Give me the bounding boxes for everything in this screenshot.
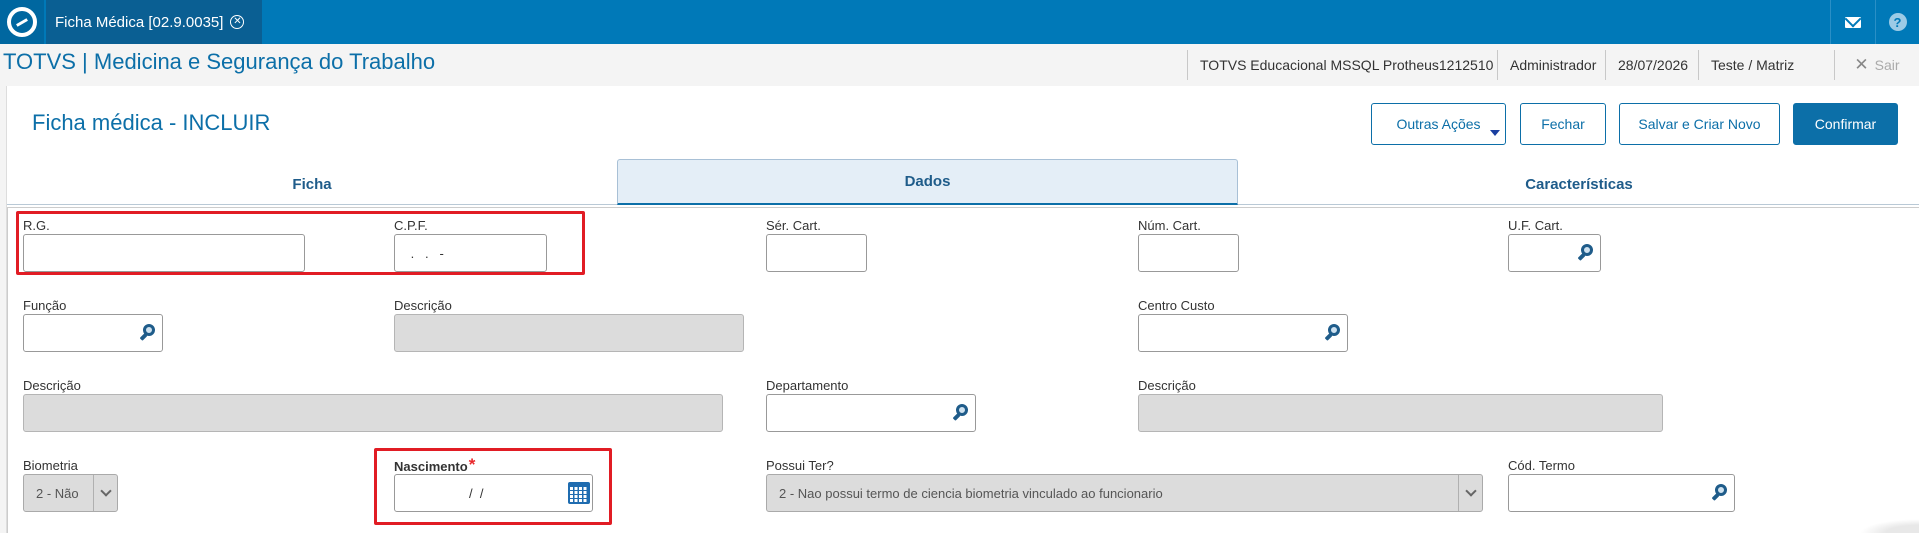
biometria-value: 2 - Não xyxy=(36,485,79,501)
departamento-input[interactable] xyxy=(766,394,976,432)
date-info: 28/07/2026 xyxy=(1605,50,1700,80)
magnifier-icon[interactable] xyxy=(952,403,970,423)
highlight-box-birthdate xyxy=(374,448,612,525)
save-and-new-button[interactable]: Salvar e Criar Novo xyxy=(1619,103,1780,145)
user-info: Administrador xyxy=(1497,50,1608,80)
cod-termo-label: Cód. Termo xyxy=(1508,458,1575,473)
cod-termo-input[interactable] xyxy=(1508,474,1735,512)
possui-ter-select[interactable]: 2 - Nao possui termo de ciencia biometri… xyxy=(766,474,1483,512)
descricao-funcao-label: Descrição xyxy=(394,298,452,313)
chevron-down-icon[interactable] xyxy=(1458,475,1482,511)
corner-shadow xyxy=(1860,519,1919,533)
mail-button[interactable] xyxy=(1830,0,1874,44)
main-panel: Ficha médica - INCLUIR Outras Ações Fech… xyxy=(6,86,1919,533)
possui-ter-label: Possui Ter? xyxy=(766,458,834,473)
branch-info[interactable]: Teste / Matriz xyxy=(1698,50,1806,80)
magnifier-icon[interactable] xyxy=(1577,243,1595,263)
descricao-depto-label: Descrição xyxy=(1138,378,1196,393)
app-header: TOTVS | Medicina e Segurança do Trabalho… xyxy=(0,44,1919,86)
confirm-button[interactable]: Confirmar xyxy=(1793,103,1898,145)
possui-ter-value: 2 - Nao possui termo de ciencia biometri… xyxy=(779,485,1163,501)
chevron-down-icon xyxy=(1490,130,1500,136)
top-bar: Ficha Médica [02.9.0035] ✕ ? xyxy=(0,0,1919,44)
other-actions-button[interactable]: Outras Ações xyxy=(1371,103,1506,145)
tab-dados[interactable]: Dados xyxy=(617,159,1238,205)
help-button[interactable]: ? xyxy=(1875,0,1919,44)
biometria-select[interactable]: 2 - Não xyxy=(23,474,118,512)
funcao-input[interactable] xyxy=(23,314,163,352)
descricao-cc-label: Descrição xyxy=(23,378,81,393)
brand-title: TOTVS | Medicina e Segurança do Trabalho xyxy=(3,49,436,74)
form-area: R.G. C.P.F. . . - Sér. Cart. Núm. Cart. … xyxy=(7,207,1919,533)
help-icon: ? xyxy=(1888,13,1907,31)
tab-ficha[interactable]: Ficha xyxy=(7,163,617,205)
centro-custo-input[interactable] xyxy=(1138,314,1348,352)
exit-button[interactable]: ✕ Sair xyxy=(1834,50,1919,80)
mail-icon xyxy=(1844,16,1861,28)
highlight-box-documents xyxy=(16,211,585,275)
departamento-label: Departamento xyxy=(766,378,849,393)
magnifier-icon[interactable] xyxy=(139,323,157,343)
close-button[interactable]: Fechar xyxy=(1520,103,1606,145)
ser-cart-label: Sér. Cart. xyxy=(766,218,821,233)
descricao-cc-field xyxy=(23,394,723,432)
magnifier-icon[interactable] xyxy=(1324,323,1342,343)
page-title: Ficha médica - INCLUIR xyxy=(32,110,271,135)
ser-cart-input[interactable] xyxy=(766,234,867,272)
biometria-label: Biometria xyxy=(23,458,78,473)
tab-bar: Ficha Dados Características xyxy=(7,159,1919,205)
num-cart-label: Núm. Cart. xyxy=(1138,218,1201,233)
descricao-funcao-field xyxy=(394,314,744,352)
descricao-depto-field xyxy=(1138,394,1663,432)
totvs-logo-icon[interactable] xyxy=(0,0,44,44)
environment-info: TOTVS Educacional MSSQL Protheus1212510 xyxy=(1187,50,1505,80)
app-tab[interactable]: Ficha Médica [02.9.0035] ✕ xyxy=(46,0,262,44)
uf-cart-label: U.F. Cart. xyxy=(1508,218,1563,233)
funcao-label: Função xyxy=(23,298,67,313)
chevron-down-icon[interactable] xyxy=(93,475,117,511)
exit-label: Sair xyxy=(1874,57,1900,73)
centro-custo-label: Centro Custo xyxy=(1138,298,1215,313)
other-actions-label: Outras Ações xyxy=(1396,116,1481,132)
uf-cart-input[interactable] xyxy=(1508,234,1601,272)
tab-caracteristicas[interactable]: Características xyxy=(1238,163,1919,205)
magnifier-icon[interactable] xyxy=(1711,483,1729,503)
close-tab-icon[interactable]: ✕ xyxy=(230,15,245,29)
close-icon: ✕ xyxy=(1854,55,1869,74)
num-cart-input[interactable] xyxy=(1138,234,1239,272)
app-tab-title: Ficha Médica [02.9.0035] xyxy=(55,13,224,31)
